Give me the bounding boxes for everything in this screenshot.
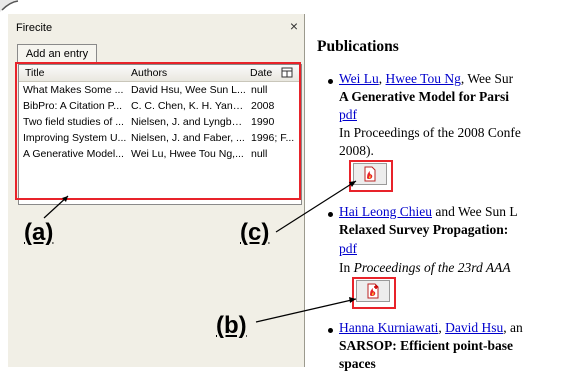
arrowhead-c xyxy=(349,181,356,187)
callout-arrows xyxy=(43,180,357,323)
callout-label-a: (a) xyxy=(24,219,54,246)
callout-label-b: (b) xyxy=(216,312,247,339)
callout-label-c: (c) xyxy=(240,219,270,246)
arrowhead-b xyxy=(349,297,356,303)
arrow-b xyxy=(255,298,357,323)
arrow-c xyxy=(275,180,357,233)
